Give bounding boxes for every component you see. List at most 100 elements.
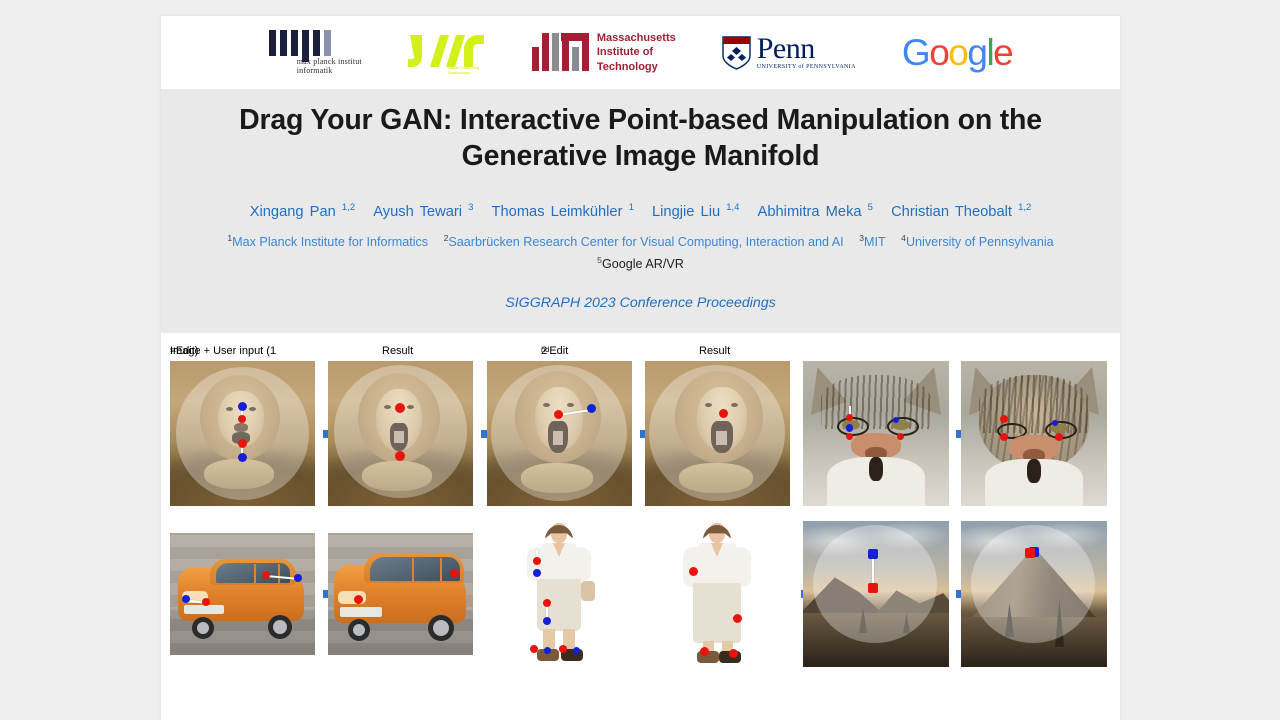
page-title: Drag Your GAN: Interactive Point-based M… (239, 104, 1042, 172)
affiliation-logo-bar: max planck institut informatik Visual Co… (161, 16, 1120, 89)
model-result[interactable] (645, 520, 790, 667)
teaser-figure: Image + User input (1 st Edit) Result 2nd… (161, 332, 1120, 667)
lion-result-1[interactable] (328, 360, 473, 506)
handle-point[interactable] (202, 597, 210, 606)
handle-point[interactable] (719, 408, 728, 418)
target-point[interactable] (846, 424, 853, 432)
penn-shield-icon (722, 35, 751, 70)
lion-input-1st-edit[interactable] (170, 360, 315, 506)
handle-point[interactable] (1000, 414, 1008, 423)
handle-point[interactable] (530, 644, 538, 653)
car-input[interactable] (170, 532, 315, 655)
via-logo-subtext: Visual Computing Saarbrücken (448, 65, 479, 75)
handle-point[interactable] (533, 556, 541, 565)
handle-point[interactable] (559, 644, 567, 653)
google-letter-l: l (986, 32, 994, 73)
affiliation-name: Max Planck Institute for Informatics (232, 235, 429, 250)
handle-point[interactable] (238, 438, 247, 448)
author-name: Abhimitra Meka (757, 203, 862, 220)
target-point[interactable] (182, 594, 190, 603)
author-item: Ayush Tewari 3 (373, 202, 473, 220)
handle-point[interactable] (846, 413, 853, 421)
target-point[interactable] (533, 568, 541, 577)
figure-row-1 (170, 360, 1120, 507)
target-point[interactable] (238, 401, 247, 411)
affiliation-item: 4University of Pennsylvania (901, 233, 1053, 249)
affiliation-item: 2Saarbrücken Research Center for Visual … (444, 233, 844, 249)
affiliation-name: MIT (863, 235, 886, 250)
model-input[interactable] (487, 520, 632, 667)
mpi-logo-mark (268, 29, 335, 62)
google-letter-o1: o (929, 32, 950, 73)
target-point[interactable] (893, 416, 899, 423)
author-item: Abhimitra Meka 5 (757, 201, 873, 220)
target-point[interactable] (1052, 419, 1058, 426)
author-affil-sup: 1,4 (726, 201, 740, 213)
handle-point[interactable] (450, 568, 459, 578)
handle-point[interactable] (395, 450, 405, 461)
mit-line-1: Massachusetts (596, 31, 676, 44)
author-affil-sup: 5 (867, 201, 873, 213)
car-result[interactable] (328, 532, 473, 655)
mit-line-3: Technology (596, 60, 658, 73)
target-point[interactable] (543, 616, 551, 625)
handle-point[interactable] (354, 594, 363, 604)
target-point[interactable] (587, 403, 596, 413)
handle-point[interactable] (868, 582, 878, 593)
lion-input-2nd-edit[interactable] (487, 360, 632, 506)
target-point[interactable] (868, 548, 878, 559)
author-name: Thomas Leimkühler (491, 203, 623, 220)
penn-subtext: UNIVERSITY of PENNSYLVANIA (756, 63, 856, 70)
mit-line-2: Institute of (596, 46, 654, 59)
mit-logo: Massachusetts Institute of Technology (531, 31, 676, 75)
handle-point[interactable] (846, 432, 853, 440)
mpi-line-2: informatik (296, 66, 333, 75)
handle-point[interactable] (700, 646, 709, 656)
affiliation-item: 3MIT (859, 233, 886, 250)
handle-point[interactable] (395, 402, 405, 413)
via-sub-line1: Visual Computing (447, 64, 480, 70)
handle-point[interactable] (543, 598, 551, 607)
handle-point[interactable] (1025, 547, 1035, 558)
handle-point[interactable] (897, 432, 904, 440)
figure-row-2 (170, 520, 1120, 667)
author-list: Xingang Pan 1,2 Ayush Tewari 3 Thomas Le… (187, 201, 1094, 222)
paper-page: max planck institut informatik Visual Co… (161, 16, 1120, 720)
handle-point[interactable] (554, 409, 563, 419)
mpi-logo: max planck institut informatik (268, 29, 362, 75)
author-affil-sup: 1,2 (341, 201, 356, 213)
affiliation-name: Google AR/VR (601, 256, 684, 271)
handle-point[interactable] (1055, 432, 1063, 441)
author-name: Lingjie Liu (651, 203, 721, 220)
author-item: Lingjie Liu 1,4 (651, 201, 740, 220)
via-sub-line2: Saarbrücken (447, 69, 471, 75)
handle-point[interactable] (238, 414, 246, 423)
handle-point[interactable] (689, 566, 698, 576)
google-letter-g2: g (967, 32, 988, 73)
handle-point[interactable] (729, 648, 738, 658)
column-label-input: Image + User input (1 st Edit) (170, 344, 277, 357)
author-name: Ayush Tewari (373, 203, 463, 220)
handle-point[interactable] (1000, 432, 1008, 441)
penn-logo: Penn UNIVERSITY of PENNSYLVANIA (722, 34, 856, 70)
mit-logo-mark (531, 33, 589, 72)
figure-column-labels: Image + User input (1 st Edit) Result 2nd… (170, 345, 770, 361)
column-label-result-1: Result (382, 344, 414, 357)
target-point[interactable] (573, 646, 580, 654)
cat-result[interactable] (961, 360, 1107, 506)
penn-logo-text: Penn UNIVERSITY of PENNSYLVANIA (756, 34, 856, 70)
handle-point[interactable] (262, 570, 270, 579)
affiliation-list: 1Max Planck Institute for Informatics 2S… (187, 232, 1094, 274)
target-point[interactable] (544, 646, 551, 654)
mountain-result[interactable] (961, 520, 1107, 667)
lion-result-2[interactable] (645, 360, 790, 506)
cat-input[interactable] (803, 360, 949, 506)
mountain-input[interactable] (803, 520, 949, 667)
column-label-result-2: Result (699, 344, 731, 357)
handle-point[interactable] (733, 613, 742, 623)
target-point[interactable] (294, 573, 302, 582)
google-logo: Google (902, 32, 1014, 73)
target-point[interactable] (238, 452, 247, 462)
google-letter-o2: o (948, 32, 969, 73)
affiliation-item: 5Google AR/VR (597, 255, 684, 271)
